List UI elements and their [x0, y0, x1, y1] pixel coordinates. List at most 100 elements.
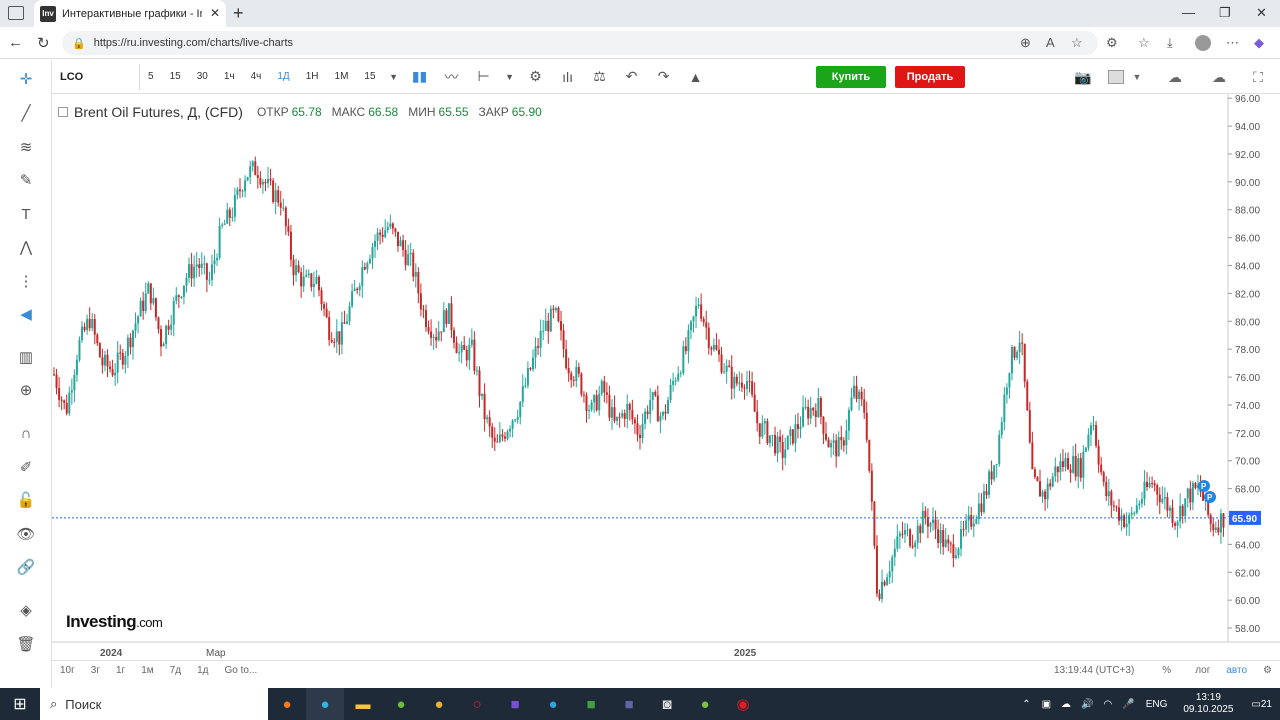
percent-toggle[interactable]: %: [1154, 665, 1179, 676]
utc-time[interactable]: 13:19:44 (UTC+3): [1046, 665, 1142, 676]
interval-1mo[interactable]: 1М: [327, 64, 357, 90]
hide-drawings-eye-icon[interactable]: 👁: [13, 521, 39, 547]
color-picker-icon[interactable]: [1108, 70, 1124, 84]
windows-start-icon[interactable]: ⊞: [0, 688, 40, 720]
utorrent-icon[interactable]: ●: [382, 688, 420, 720]
back-icon[interactable]: ←: [8, 34, 23, 51]
interval-1w[interactable]: 1Н: [298, 64, 327, 90]
volume-icon[interactable]: 🔊: [1081, 699, 1093, 710]
p-app-icon[interactable]: ●: [686, 688, 724, 720]
magnet-icon[interactable]: ∩: [13, 420, 39, 446]
candles-chart-type-icon[interactable]: ▮▮: [404, 64, 436, 90]
reload-icon[interactable]: ↻: [37, 34, 50, 52]
area-chart-type-icon[interactable]: 〰: [436, 64, 468, 90]
interval-custom[interactable]: 15: [356, 64, 383, 90]
auto-toggle[interactable]: авто: [1218, 665, 1255, 676]
recorder-icon[interactable]: ◉: [724, 688, 762, 720]
range-1m[interactable]: 1м: [133, 665, 161, 676]
compare-icon[interactable]: ⚖: [584, 64, 616, 90]
chart-type-dropdown-icon[interactable]: ▼: [500, 64, 520, 90]
brush-icon[interactable]: ✎: [13, 167, 39, 193]
notifications-icon[interactable]: ▭21: [1251, 699, 1272, 710]
pattern-icon[interactable]: ⋀: [13, 234, 39, 260]
tab-close-icon[interactable]: ✕: [210, 6, 220, 20]
color-dropdown-icon[interactable]: ▼: [1130, 64, 1144, 90]
undo-icon[interactable]: ↶: [616, 64, 648, 90]
lock-icon[interactable]: 🔓: [13, 487, 39, 513]
camera-app-icon[interactable]: ◙: [648, 688, 686, 720]
buy-button[interactable]: Купить: [816, 66, 886, 88]
tab-actions-icon[interactable]: [8, 6, 24, 20]
interval-dropdown-icon[interactable]: ▼: [384, 64, 404, 90]
read-aloud-icon[interactable]: A: [1046, 35, 1055, 50]
extensions-icon[interactable]: ⚙: [1106, 35, 1118, 51]
range-7d[interactable]: 7д: [162, 665, 189, 676]
bars-chart-type-icon[interactable]: ⊢: [468, 64, 500, 90]
price-chart-svg[interactable]: 58.0060.0062.0064.0066.0068.0070.0072.00…: [52, 94, 1280, 660]
fullscreen-icon[interactable]: ⛶: [1248, 64, 1268, 90]
trend-line-icon[interactable]: ╱: [13, 100, 39, 126]
edge-icon[interactable]: ●: [306, 688, 344, 720]
url-field[interactable]: 🔒 https://ru.investing.com/charts/live-c…: [62, 31, 1098, 55]
clock[interactable]: 13:19 09.10.2025: [1183, 692, 1233, 716]
scale-settings-icon[interactable]: ⚙: [1255, 665, 1280, 676]
spreadsheet-app-icon[interactable]: ■: [572, 688, 610, 720]
cloud-load-icon[interactable]: ☁: [1160, 64, 1190, 90]
interval-4h[interactable]: 4ч: [243, 64, 270, 90]
chart-area[interactable]: 58.0060.0062.0064.0066.0068.0070.0072.00…: [52, 94, 1280, 688]
downloads-icon[interactable]: ⤓: [1167, 35, 1173, 51]
fibonacci-icon[interactable]: ≋: [13, 134, 39, 160]
interval-1h[interactable]: 1ч: [216, 64, 243, 90]
opera-icon[interactable]: ○: [458, 688, 496, 720]
stay-drawing-icon[interactable]: ✐: [13, 454, 39, 480]
layers-icon[interactable]: ◈: [13, 597, 39, 623]
range-3y[interactable]: 3г: [83, 665, 108, 676]
cloud-save-icon[interactable]: ☁: [1204, 64, 1234, 90]
profile-avatar[interactable]: [1195, 35, 1211, 51]
prediction-icon[interactable]: ⋮: [13, 268, 39, 294]
interval-5m[interactable]: 5: [140, 64, 162, 90]
zoom-in-icon[interactable]: ⊕: [13, 377, 39, 403]
more-menu-icon[interactable]: ⋯: [1226, 35, 1239, 51]
copilot-icon[interactable]: ◆: [1254, 35, 1264, 51]
range-1y[interactable]: 1г: [108, 665, 133, 676]
range-1d[interactable]: 1д: [189, 665, 216, 676]
symbol-input[interactable]: LCO: [52, 63, 140, 90]
new-tab-icon[interactable]: +: [233, 3, 244, 24]
range-10y[interactable]: 10г: [52, 665, 83, 676]
camera-icon[interactable]: 📷: [1070, 64, 1096, 90]
crosshair-icon[interactable]: ✛: [13, 66, 39, 92]
alert-icon[interactable]: ▲: [680, 64, 712, 90]
tray-chevron-icon[interactable]: ⌃: [1022, 699, 1030, 710]
link-icon[interactable]: 🔗: [13, 554, 39, 580]
maximize-icon[interactable]: ❐: [1219, 5, 1231, 21]
minimize-icon[interactable]: —: [1182, 5, 1195, 20]
log-toggle[interactable]: лог: [1187, 665, 1218, 676]
tray-app-icon[interactable]: ▣: [1042, 699, 1051, 710]
taskbar-search[interactable]: ⌕ Поиск: [40, 688, 268, 720]
zoom-icon[interactable]: ⊕: [1020, 35, 1031, 51]
chrome-icon[interactable]: ●: [420, 688, 458, 720]
indicators-icon[interactable]: ılı: [552, 64, 584, 90]
legend-collapse-icon[interactable]: [58, 107, 68, 117]
favorite-star-icon[interactable]: ☆: [1071, 35, 1083, 51]
text-tool-icon[interactable]: T: [13, 201, 39, 227]
goto-button[interactable]: Go to...: [216, 665, 265, 676]
language-indicator[interactable]: ENG: [1146, 699, 1168, 710]
browser-tab-active[interactable]: Inv Интерактивные графики - Invest ✕: [34, 0, 226, 27]
site-info-icon[interactable]: 🔒: [72, 37, 86, 50]
mic-icon[interactable]: 🎤: [1122, 699, 1134, 710]
interval-15m[interactable]: 15: [162, 64, 189, 90]
telegram-icon[interactable]: ●: [534, 688, 572, 720]
trash-icon[interactable]: 🗑: [13, 631, 39, 657]
favorites-icon[interactable]: ☆: [1138, 35, 1150, 51]
settings-gear-icon[interactable]: ⚙: [520, 64, 552, 90]
firefox-icon[interactable]: ●: [268, 688, 306, 720]
sell-button[interactable]: Продать: [895, 66, 965, 88]
close-window-icon[interactable]: ✕: [1256, 5, 1267, 21]
wifi-icon[interactable]: ◠: [1104, 699, 1113, 710]
collapse-arrow-icon[interactable]: ◀: [13, 301, 39, 327]
save-app-icon[interactable]: ■: [496, 688, 534, 720]
tray-cloud-icon[interactable]: ☁: [1061, 699, 1071, 710]
measure-icon[interactable]: ▥: [13, 344, 39, 370]
